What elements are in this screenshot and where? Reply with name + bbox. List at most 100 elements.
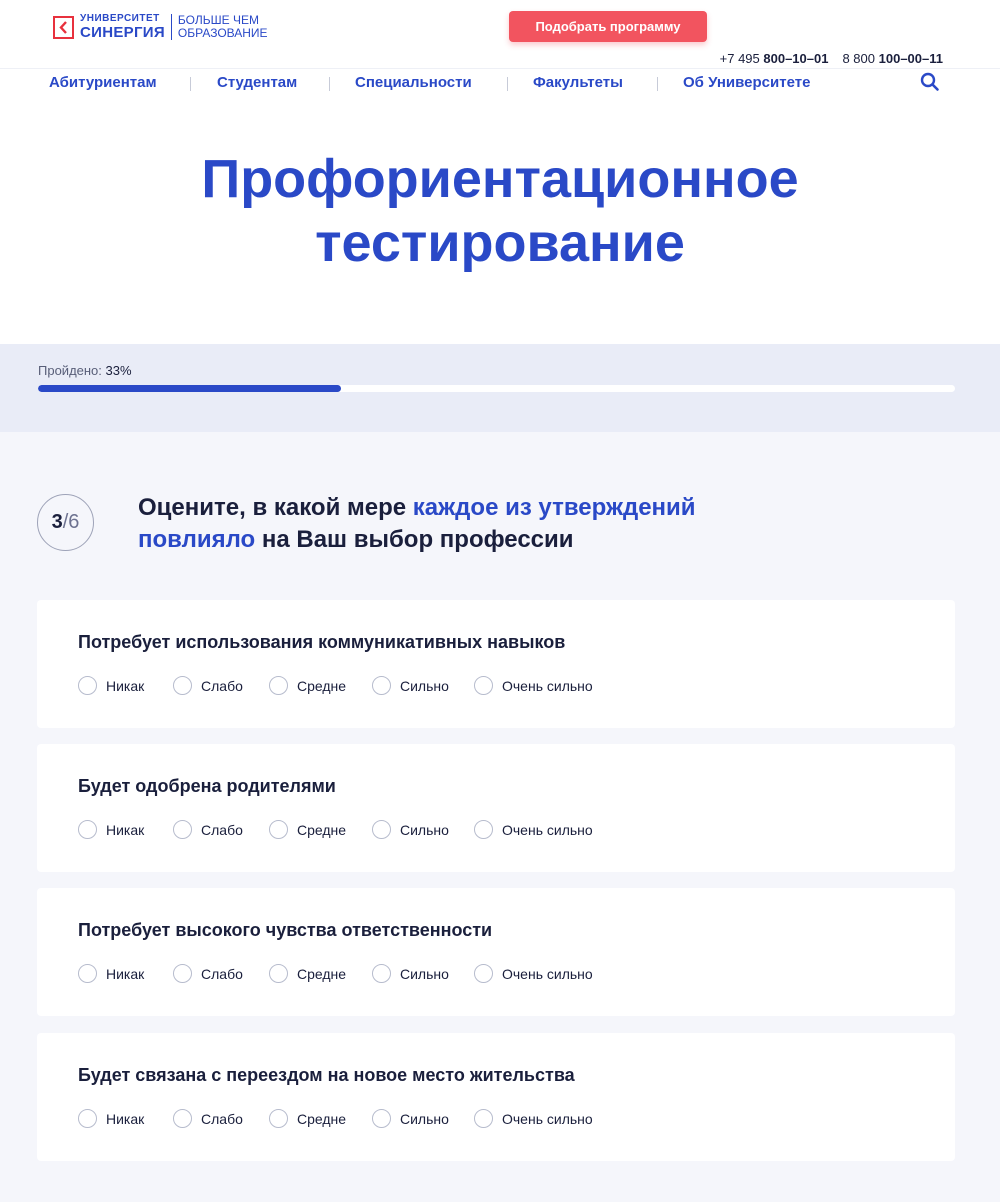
- logo-slogan: БОЛЬШЕ ЧЕМ ОБРАЗОВАНИЕ: [178, 14, 268, 39]
- nav-item-faculties[interactable]: Факультеты: [533, 74, 623, 91]
- rating-option-label: Никак: [106, 821, 145, 838]
- radio-empty-icon[interactable]: [474, 1109, 493, 1128]
- page-title-line-1: Профориентационное: [201, 149, 799, 209]
- statement-title: Будет одобрена родителями: [78, 776, 336, 796]
- title-section: Профориентационное тестирование: [0, 108, 1000, 344]
- nav-divider: [329, 77, 330, 91]
- rating-option[interactable]: Средне: [269, 820, 346, 839]
- radio-empty-icon[interactable]: [474, 964, 493, 983]
- step-indicator: 3/6: [37, 494, 94, 551]
- statement-title: Будет связана с переездом на новое место…: [78, 1065, 575, 1085]
- radio-empty-icon[interactable]: [78, 820, 97, 839]
- rating-option[interactable]: Средне: [269, 964, 346, 983]
- logo-divider: [170, 14, 172, 40]
- radio-empty-icon[interactable]: [474, 820, 493, 839]
- phone-moscow[interactable]: +7 495 800–10–01: [720, 51, 829, 66]
- statement-card: Потребует использования коммуникативных …: [37, 600, 955, 728]
- radio-empty-icon[interactable]: [78, 1109, 97, 1128]
- statement-title: Потребует высокого чувства ответственнос…: [78, 920, 493, 940]
- radio-empty-icon[interactable]: [372, 820, 391, 839]
- rating-option[interactable]: Никак: [78, 964, 144, 983]
- radio-empty-icon[interactable]: [269, 676, 288, 695]
- rating-option-label: Очень сильно: [502, 965, 593, 982]
- rating-option-label: Средне: [297, 821, 347, 838]
- radio-empty-icon[interactable]: [372, 676, 391, 695]
- rating-option-label: Очень сильно: [502, 677, 593, 694]
- radio-empty-icon[interactable]: [173, 676, 192, 695]
- rating-option-label: Слабо: [201, 677, 243, 694]
- statement-card: Потребует высокого чувства ответственнос…: [37, 888, 955, 1016]
- rating-option-label: Сильно: [400, 1110, 449, 1127]
- page-title: Профориентационное тестирование: [0, 148, 1000, 275]
- radio-empty-icon[interactable]: [269, 1109, 288, 1128]
- progress-section: Пройдено: 33%: [0, 344, 1000, 432]
- nav-item-specialties[interactable]: Специальности: [355, 74, 472, 91]
- rating-option[interactable]: Очень сильно: [474, 820, 593, 839]
- statement-title: Потребует использования коммуникативных …: [78, 632, 566, 652]
- rating-option-label: Средне: [297, 677, 347, 694]
- university-logo[interactable]: УНИВЕРСИТЕТ СИНЕРГИЯ БОЛЬШЕ ЧЕМ ОБРАЗОВА…: [53, 14, 268, 40]
- nav-divider: [507, 77, 508, 91]
- main-nav: Абитуриентам Студентам Специальности Фак…: [0, 68, 1000, 108]
- nav-item-about[interactable]: Об Университете: [683, 74, 810, 91]
- question-part-1: Оцените, в какой мере: [138, 494, 413, 521]
- logo-wordmark: УНИВЕРСИТЕТ СИНЕРГИЯ: [80, 14, 165, 41]
- step-current: 3: [51, 511, 63, 533]
- site-header: УНИВЕРСИТЕТ СИНЕРГИЯ БОЛЬШЕ ЧЕМ ОБРАЗОВА…: [0, 0, 1000, 108]
- nav-divider: [190, 77, 191, 91]
- statement-card: Будет одобрена родителями Никак Слабо Средн…: [37, 744, 955, 872]
- radio-empty-icon[interactable]: [78, 676, 97, 695]
- statement-card: Будет связана с переездом на новое место…: [37, 1033, 955, 1161]
- radio-empty-icon[interactable]: [173, 820, 192, 839]
- rating-option[interactable]: Сильно: [372, 964, 449, 983]
- rating-option[interactable]: Никак: [78, 676, 144, 695]
- rating-option[interactable]: Средне: [269, 676, 346, 695]
- radio-empty-icon[interactable]: [269, 820, 288, 839]
- rating-option[interactable]: Никак: [78, 1109, 144, 1128]
- rating-option-label: Очень сильно: [502, 821, 593, 838]
- rating-option-label: Очень сильно: [502, 1110, 593, 1127]
- radio-empty-icon[interactable]: [474, 676, 493, 695]
- question-text: Оцените, в какой мере каждое из утвержде…: [138, 492, 778, 555]
- step-total: 6: [68, 511, 80, 533]
- search-icon[interactable]: [920, 72, 940, 97]
- radio-empty-icon[interactable]: [78, 964, 97, 983]
- logo-line-synergy: СИНЕРГИЯ: [80, 24, 165, 41]
- rating-option-label: Средне: [297, 965, 347, 982]
- page-title-line-2: тестирование: [315, 212, 685, 273]
- rating-option[interactable]: Слабо: [173, 676, 243, 695]
- rating-option-label: Сильно: [400, 965, 449, 982]
- radio-empty-icon[interactable]: [269, 964, 288, 983]
- progress-label-text: Пройдено:: [38, 363, 102, 378]
- rating-option[interactable]: Очень сильно: [474, 676, 593, 695]
- choose-program-button[interactable]: Подобрать программу: [509, 11, 707, 42]
- nav-divider: [657, 77, 658, 91]
- slogan-line-2: ОБРАЗОВАНИЕ: [177, 26, 268, 40]
- radio-empty-icon[interactable]: [173, 1109, 192, 1128]
- rating-option-label: Сильно: [400, 677, 449, 694]
- rating-option-label: Никак: [106, 1110, 145, 1127]
- radio-empty-icon[interactable]: [372, 964, 391, 983]
- nav-item-students[interactable]: Студентам: [217, 74, 297, 91]
- phone-free[interactable]: 8 800 100–00–11: [842, 51, 943, 66]
- rating-option[interactable]: Слабо: [173, 1109, 243, 1128]
- rating-option[interactable]: Слабо: [173, 964, 243, 983]
- rating-option[interactable]: Сильно: [372, 1109, 449, 1128]
- rating-option-label: Никак: [106, 677, 145, 694]
- rating-option[interactable]: Очень сильно: [474, 1109, 593, 1128]
- radio-empty-icon[interactable]: [372, 1109, 391, 1128]
- phone-numbers: +7 495 800–10–01 8 800 100–00–11: [720, 51, 943, 66]
- rating-option[interactable]: Сильно: [372, 676, 449, 695]
- rating-option-label: Слабо: [201, 1110, 243, 1127]
- radio-empty-icon[interactable]: [173, 964, 192, 983]
- progress-label: Пройдено: 33%: [38, 363, 132, 378]
- rating-option[interactable]: Очень сильно: [474, 964, 593, 983]
- rating-option[interactable]: Средне: [269, 1109, 346, 1128]
- nav-item-applicants[interactable]: Абитуриентам: [49, 74, 157, 91]
- rating-option[interactable]: Слабо: [173, 820, 243, 839]
- rating-option[interactable]: Никак: [78, 820, 144, 839]
- rating-option-label: Никак: [106, 965, 145, 982]
- progress-value: 33%: [105, 363, 132, 378]
- progress-bar: [38, 385, 955, 392]
- rating-option[interactable]: Сильно: [372, 820, 449, 839]
